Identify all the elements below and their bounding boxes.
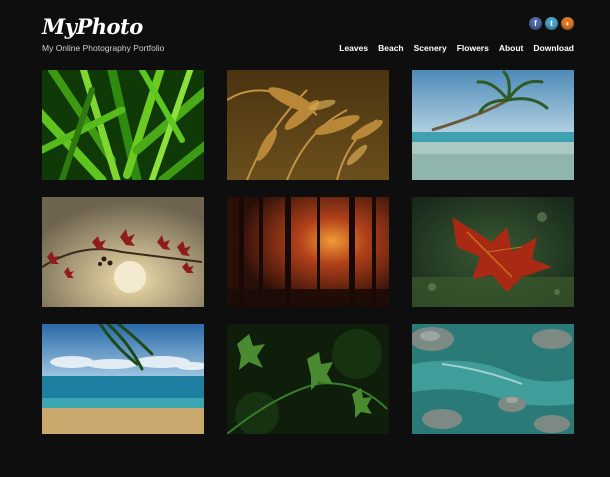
photo-branch-sunset[interactable]: [42, 197, 204, 307]
site-header: MyPhoto My Online Photography Portfolio …: [0, 0, 610, 64]
photo-river-rocks[interactable]: [412, 324, 574, 434]
wheat-field-image: [227, 70, 389, 180]
nav-beach[interactable]: Beach: [378, 43, 404, 53]
main-nav: Leaves Beach Scenery Flowers About Downl…: [339, 43, 574, 53]
nav-flowers[interactable]: Flowers: [457, 43, 489, 53]
photo-red-leaf[interactable]: [412, 197, 574, 307]
facebook-icon[interactable]: f: [529, 17, 542, 30]
photo-palm-beach[interactable]: [412, 70, 574, 180]
rss-icon[interactable]: ◗: [561, 17, 574, 30]
green-plant-image: [227, 324, 389, 434]
forest-sunrise-image: [227, 197, 389, 307]
nav-download[interactable]: Download: [533, 43, 574, 53]
red-leaf-image: [412, 197, 574, 307]
site-tagline: My Online Photography Portfolio: [42, 43, 165, 53]
photo-beach-palm-shore[interactable]: [42, 324, 204, 434]
palm-beach-image: [412, 70, 574, 180]
photo-green-plant[interactable]: [227, 324, 389, 434]
photo-wheat-field[interactable]: [227, 70, 389, 180]
social-links: f t ◗: [529, 17, 574, 30]
branch-sunset-image: [42, 197, 204, 307]
river-rocks-image: [412, 324, 574, 434]
twitter-icon[interactable]: t: [545, 17, 558, 30]
green-leaves-image: [42, 70, 204, 180]
site-logo[interactable]: MyPhoto: [42, 14, 143, 39]
beach-palm-shore-image: [42, 324, 204, 434]
photo-forest-sunrise[interactable]: [227, 197, 389, 307]
nav-about[interactable]: About: [499, 43, 524, 53]
photo-green-leaves[interactable]: [42, 70, 204, 180]
nav-scenery[interactable]: Scenery: [414, 43, 447, 53]
nav-leaves[interactable]: Leaves: [339, 43, 368, 53]
